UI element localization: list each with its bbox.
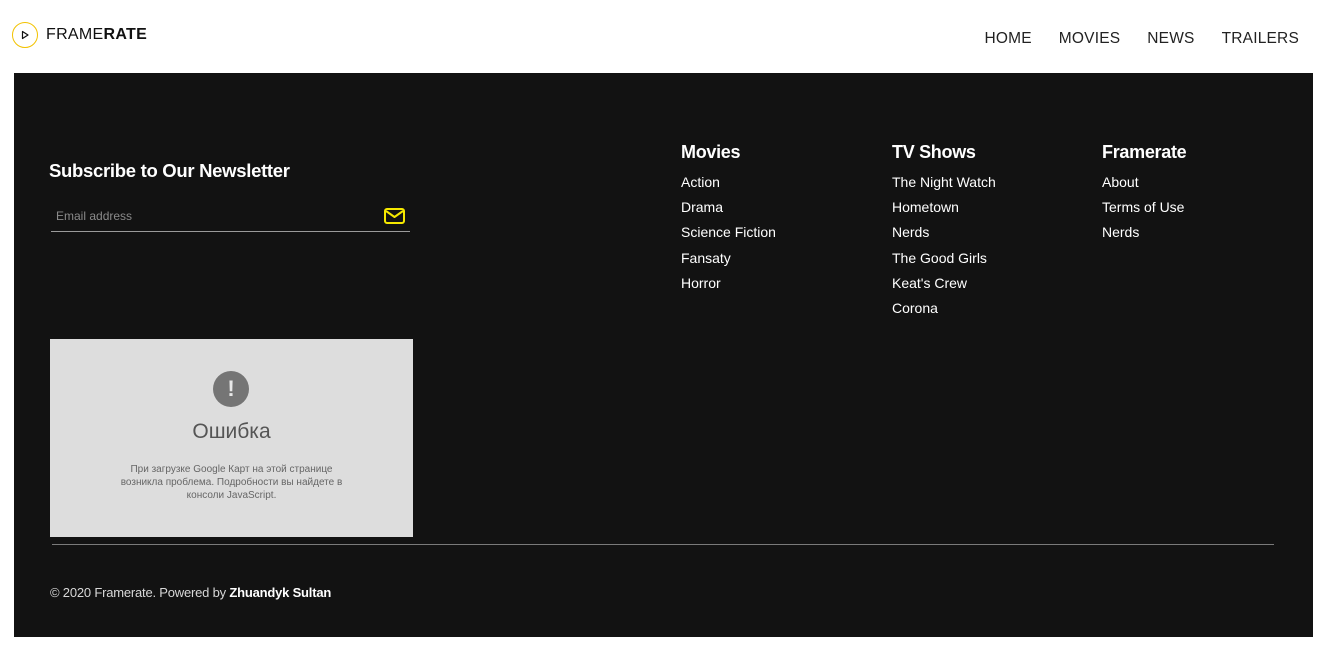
footer-link-drama[interactable]: Drama — [681, 195, 776, 220]
footer-divider — [52, 544, 1274, 545]
footer-link-the-good-girls[interactable]: The Good Girls — [892, 246, 996, 271]
footer-link-action[interactable]: Action — [681, 170, 776, 195]
nav-trailers[interactable]: TRAILERS — [1222, 30, 1299, 48]
logo-text-light: FRAME — [46, 26, 104, 43]
column-title: TV Shows — [892, 142, 976, 162]
subscribe-button[interactable] — [383, 207, 405, 225]
logo-text-bold: RATE — [103, 26, 148, 43]
exclamation-icon: ! — [213, 371, 249, 407]
envelope-icon — [383, 208, 405, 224]
map-error-message: При загрузке Google Карт на этой страниц… — [120, 464, 343, 501]
email-input[interactable] — [56, 207, 366, 225]
footer-link-the-night-watch[interactable]: The Night Watch — [892, 170, 996, 195]
newsletter-form — [51, 203, 410, 232]
column-title: Framerate — [1102, 142, 1187, 162]
nav-home[interactable]: HOME — [984, 30, 1031, 48]
footer-link-about[interactable]: About — [1102, 170, 1186, 195]
footer-link-nerds[interactable]: Nerds — [1102, 220, 1186, 245]
footer-column-movies: Movies Action Drama Science Fiction Fans… — [681, 142, 776, 296]
footer-link-corona[interactable]: Corona — [892, 296, 996, 321]
footer-column-tv-shows: TV Shows The Night Watch Hometown Nerds … — [892, 142, 996, 321]
copyright-text: © 2020 Framerate. Powered by — [50, 585, 230, 600]
footer-link-horror[interactable]: Horror — [681, 271, 776, 296]
logo-text: FRAMERATE — [46, 26, 147, 44]
newsletter-title: Subscribe to Our Newsletter — [49, 160, 290, 181]
main-nav: HOME MOVIES NEWS TRAILERS — [984, 30, 1299, 48]
nav-movies[interactable]: MOVIES — [1059, 30, 1121, 48]
footer-link-science-fiction[interactable]: Science Fiction — [681, 220, 776, 245]
footer-link-hometown[interactable]: Hometown — [892, 195, 996, 220]
footer-link-nerds[interactable]: Nerds — [892, 220, 996, 245]
footer-link-fansaty[interactable]: Fansaty — [681, 246, 776, 271]
site-header: FRAMERATE HOME MOVIES NEWS TRAILERS — [0, 0, 1326, 73]
column-title: Movies — [681, 142, 741, 162]
footer-link-terms-of-use[interactable]: Terms of Use — [1102, 195, 1186, 220]
play-icon — [12, 22, 38, 48]
site-footer: Subscribe to Our Newsletter Movies Actio… — [14, 73, 1313, 637]
footer-link-keats-crew[interactable]: Keat's Crew — [892, 271, 996, 296]
logo[interactable]: FRAMERATE — [12, 22, 147, 48]
map-embed: ! Ошибка При загрузке Google Карт на это… — [50, 339, 413, 537]
nav-news[interactable]: NEWS — [1147, 30, 1194, 48]
copyright-author-link[interactable]: Zhuandyk Sultan — [229, 585, 331, 600]
copyright: © 2020 Framerate. Powered by Zhuandyk Su… — [50, 585, 331, 600]
map-error-title: Ошибка — [192, 420, 271, 443]
footer-column-framerate: Framerate About Terms of Use Nerds — [1102, 142, 1187, 246]
